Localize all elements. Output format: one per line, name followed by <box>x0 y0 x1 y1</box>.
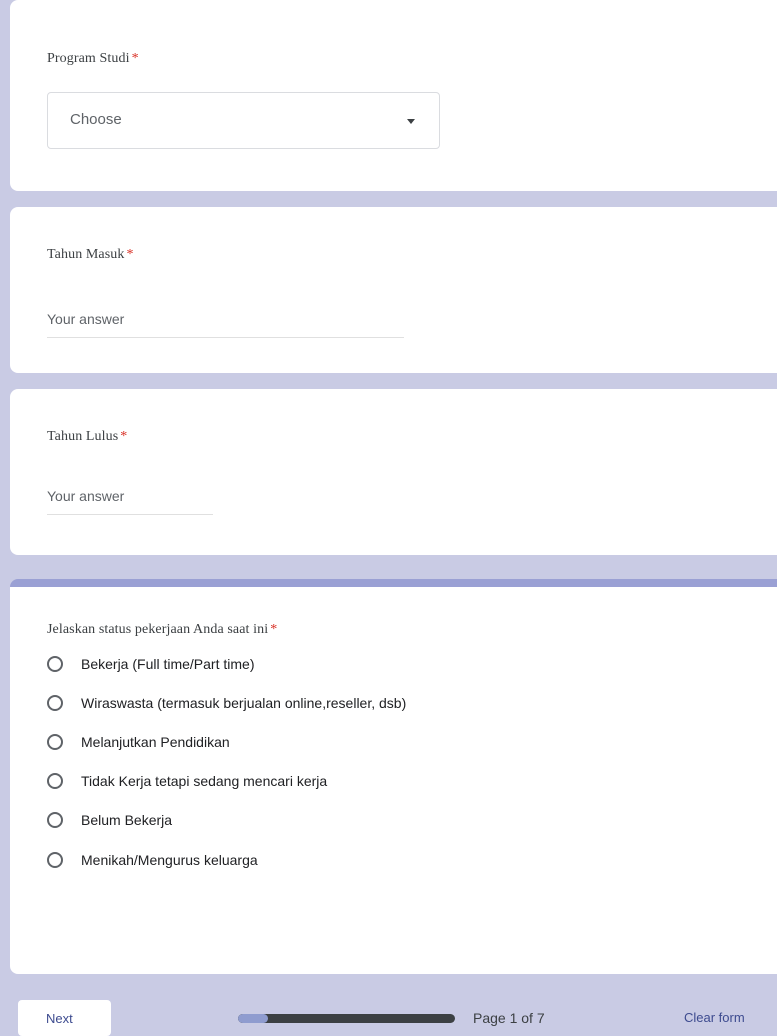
question-title-text: Tahun Masuk <box>47 247 125 262</box>
question-card-tahun-masuk: Tahun Masuk * <box>10 207 777 373</box>
option-label: Tidak Kerja tetapi sedang mencari kerja <box>81 773 328 789</box>
next-button[interactable]: Next <box>18 1000 111 1036</box>
radio-icon <box>47 812 63 828</box>
required-mark: * <box>126 247 134 262</box>
radio-option[interactable]: Tidak Kerja tetapi sedang mencari kerja <box>47 766 327 796</box>
option-label: Melanjutkan Pendidikan <box>81 734 230 750</box>
radio-option[interactable]: Wiraswasta (termasuk berjualan online,re… <box>47 688 406 718</box>
required-mark: * <box>131 51 139 66</box>
program-studi-dropdown[interactable]: Choose <box>47 92 440 149</box>
progress-fill <box>238 1014 269 1023</box>
required-mark: * <box>120 429 128 444</box>
question-title: Tahun Lulus * <box>47 429 127 445</box>
tahun-masuk-input[interactable] <box>47 311 404 338</box>
question-title: Program Studi * <box>47 51 139 67</box>
radio-option[interactable]: Belum Bekerja <box>47 805 172 835</box>
radio-icon <box>47 695 63 711</box>
question-card-program-studi: Program Studi * Choose <box>10 0 777 191</box>
chevron-down-icon <box>407 119 415 124</box>
question-title-text: Tahun Lulus <box>47 429 119 444</box>
question-title: Jelaskan status pekerjaan Anda saat ini * <box>47 622 277 638</box>
required-mark: * <box>270 622 278 637</box>
progress-bar <box>238 1014 455 1023</box>
radio-icon <box>47 656 63 672</box>
option-label: Wiraswasta (termasuk berjualan online,re… <box>81 695 407 711</box>
radio-icon <box>47 852 63 868</box>
radio-option[interactable]: Melanjutkan Pendidikan <box>47 727 230 757</box>
radio-option[interactable]: Bekerja (Full time/Part time) <box>47 649 254 679</box>
dropdown-value: Choose <box>70 111 122 128</box>
option-label: Menikah/Mengurus keluarga <box>81 852 258 868</box>
question-title: Tahun Masuk * <box>47 247 134 263</box>
radio-icon <box>47 773 63 789</box>
question-card-status-pekerjaan: Jelaskan status pekerjaan Anda saat ini *… <box>10 579 777 974</box>
tahun-lulus-input[interactable] <box>47 488 213 515</box>
clear-form-button[interactable]: Clear form <box>684 1010 745 1025</box>
radio-option[interactable]: Menikah/Mengurus keluarga <box>47 845 258 875</box>
option-label: Belum Bekerja <box>81 812 173 828</box>
question-card-tahun-lulus: Tahun Lulus * <box>10 389 777 555</box>
question-title-text: Program Studi <box>47 51 130 66</box>
page-indicator: Page 1 of 7 <box>473 1010 545 1026</box>
form-footer: Next Page 1 of 7 Clear form <box>0 990 777 1036</box>
option-label: Bekerja (Full time/Part time) <box>81 656 255 672</box>
radio-icon <box>47 734 63 750</box>
question-title-text: Jelaskan status pekerjaan Anda saat ini <box>47 622 269 637</box>
